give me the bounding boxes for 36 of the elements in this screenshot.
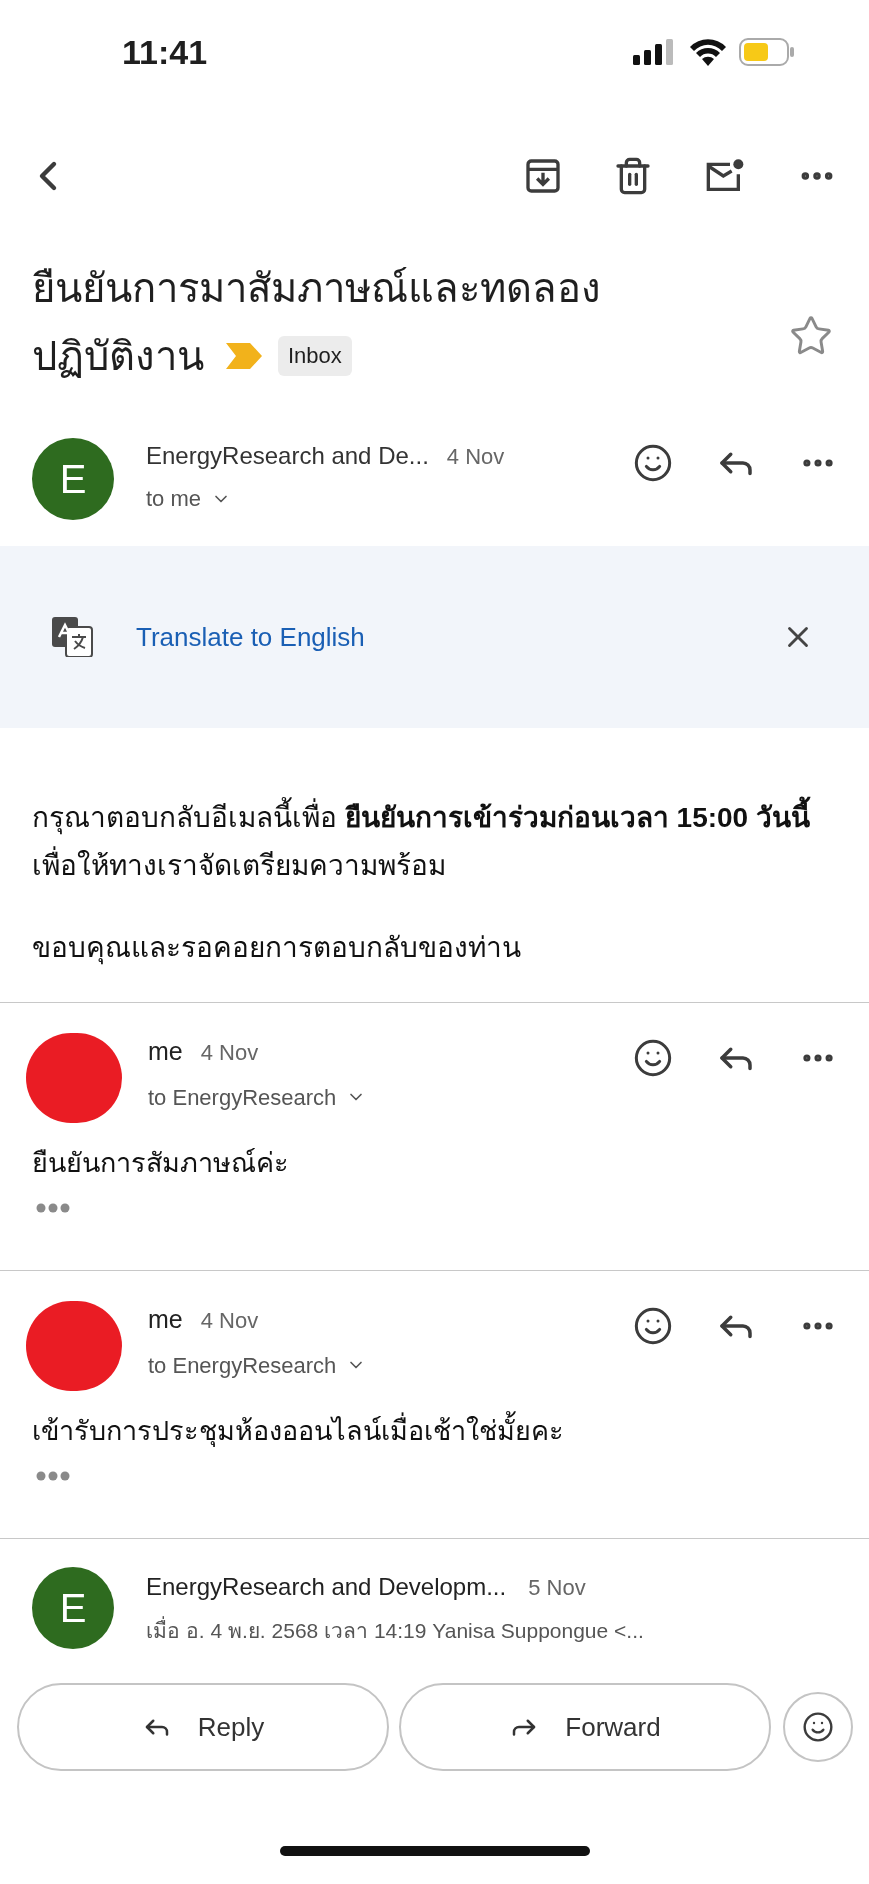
message-date: 4 Nov	[446, 443, 505, 471]
message-text: ยืนยันการสัมภาษณ์ค่ะ	[31, 1147, 290, 1180]
translate-link[interactable]: Translate to English	[136, 617, 365, 657]
forward-button[interactable]: Forward	[399, 1683, 771, 1771]
emoji-reaction-button[interactable]	[783, 1692, 853, 1762]
show-trimmed-icon[interactable]	[36, 1203, 70, 1213]
avatar: E	[32, 1567, 114, 1649]
emoji-icon[interactable]	[633, 443, 673, 483]
show-trimmed-icon[interactable]	[36, 1471, 70, 1481]
message-date: 4 Nov	[200, 1039, 259, 1067]
clock: 11:41	[122, 31, 208, 73]
recipient-label: to EnergyResearch	[148, 1083, 337, 1112]
inbox-label: Inbox	[278, 336, 352, 376]
recipient-label: to EnergyResearch	[148, 1351, 337, 1380]
message-date: 5 Nov	[528, 1574, 586, 1603]
email-subject: ปฏิบัติงาน	[32, 333, 204, 380]
avatar: E	[32, 438, 114, 520]
message-date: 4 Nov	[200, 1307, 259, 1335]
sender-name: EnergyResearch and De...	[146, 441, 429, 471]
wifi-icon	[689, 38, 727, 66]
emoji-icon	[802, 1711, 834, 1743]
sender-name: me	[148, 1304, 183, 1335]
message-text: เข้ารับการประชุมห้องออนไลน์เมื่อเช้าใช่มั้ยคะ	[0, 1409, 869, 1453]
battery-icon	[739, 38, 795, 66]
message-text: กรุณาตอบกลับอีเมลนี้เพื่อ ยืนยันการเข้าร่วมก่อนเวลา 15:00 วันนี้ เพื่อให้ทางเราจัดเตรียมความพร้อม	[32, 794, 839, 890]
emoji-icon[interactable]	[633, 1038, 673, 1078]
message-preview: เมื่อ อ. 4 พ.ย. 2568 เวลา 14:19 Yanisa Suppongue <...	[146, 1615, 644, 1647]
email-subject: ยืนยันการมาสัมภาษณ์และทดลอง	[32, 265, 601, 312]
emoji-icon[interactable]	[633, 1306, 673, 1346]
sender-name: EnergyResearch and Developm...	[146, 1572, 507, 1603]
reply-button[interactable]: Reply	[17, 1683, 389, 1771]
message-text: ขอบคุณและรอคอยการตอบกลับของท่าน	[32, 931, 522, 967]
sender-name: me	[148, 1036, 183, 1067]
recipient-label: to me	[146, 485, 202, 513]
archive-icon[interactable]	[523, 156, 563, 196]
translate-icon	[52, 617, 94, 657]
